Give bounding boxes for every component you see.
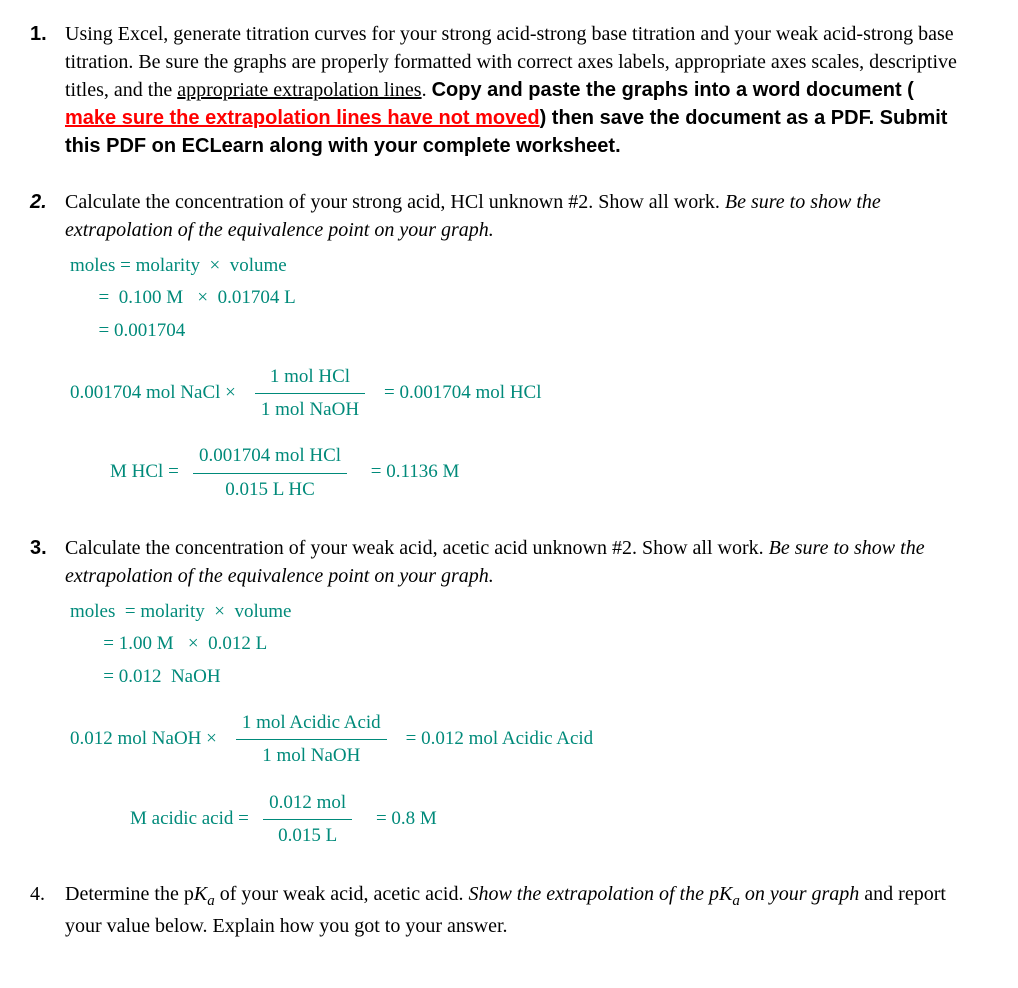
q2-eq1: 0.001704 mol NaCl × 1 mol HCl 1 mol NaOH… — [70, 361, 988, 427]
q1-number: 1. — [30, 20, 60, 48]
q3-number: 3. — [30, 534, 60, 562]
q2-eq1-right: = 0.001704 mol HCl — [384, 382, 541, 403]
q3-text: Calculate the concentration of your weak… — [65, 534, 965, 590]
q2-eq1-left: 0.001704 mol NaCl × — [70, 382, 236, 403]
q3-work-l2: = 1.00 M × 0.012 L — [70, 628, 988, 660]
q2-eq1-frac: 1 mol HCl 1 mol NaOH — [255, 361, 365, 427]
q4-text: Determine the pKa of your weak acid, ace… — [65, 880, 965, 940]
q3-eq1-frac: 1 mol Acidic Acid 1 mol NaOH — [236, 707, 387, 773]
q4-italic-b: on your graph — [740, 883, 859, 905]
q3-eq1: 0.012 mol NaOH × 1 mol Acidic Acid 1 mol… — [70, 707, 988, 773]
q3-eq2-frac: 0.012 mol 0.015 L — [263, 787, 352, 853]
q2-eq1-den: 1 mol NaOH — [255, 394, 365, 426]
question-4: 4. Determine the pKa of your weak acid, … — [30, 880, 988, 940]
q2-eq2: M HCl = 0.001704 mol HCl 0.015 L HC = 0.… — [110, 440, 988, 506]
q4-italic-sub: a — [732, 893, 740, 909]
q2-work-l1: moles = molarity × volume — [70, 250, 988, 282]
q3-work-l3: = 0.012 NaOH — [70, 661, 988, 693]
question-2: 2. Calculate the concentration of your s… — [30, 188, 988, 506]
q2-text: Calculate the concentration of your stro… — [65, 188, 965, 244]
q3-eq2-left: M acidic acid = — [130, 808, 249, 829]
q2-eq1-num: 1 mol HCl — [255, 361, 365, 394]
q3-eq1-left: 0.012 mol NaOH × — [70, 728, 217, 749]
question-1: 1. Using Excel, generate titration curve… — [30, 20, 988, 160]
q1-bold-a: Copy and paste the graphs into a word do… — [432, 79, 914, 101]
q2-text-a: Calculate the concentration of your stro… — [65, 191, 725, 213]
q2-eq2-left: M HCl = — [110, 462, 179, 483]
q1-red-underline: make sure the extrapolation lines have n… — [65, 107, 540, 129]
q4-number: 4. — [30, 880, 60, 908]
q4-ka: K — [194, 883, 207, 905]
q2-eq2-num: 0.001704 mol HCl — [193, 440, 347, 473]
q3-eq2: M acidic acid = 0.012 mol 0.015 L = 0.8 … — [130, 787, 988, 853]
q2-number: 2. — [30, 188, 60, 216]
q3-work: moles = molarity × volume = 1.00 M × 0.0… — [70, 596, 988, 852]
q4-sub: a — [207, 893, 215, 909]
q2-eq2-den: 0.015 L HC — [193, 474, 347, 506]
question-3: 3. Calculate the concentration of your w… — [30, 534, 988, 852]
q2-work: moles = molarity × volume = 0.100 M × 0.… — [70, 250, 988, 506]
q3-text-a: Calculate the concentration of your weak… — [65, 537, 769, 559]
q3-eq2-right: = 0.8 M — [376, 808, 437, 829]
q3-eq2-num: 0.012 mol — [263, 787, 352, 820]
q2-work-l3: = 0.001704 — [70, 315, 988, 347]
q3-eq1-den: 1 mol NaOH — [236, 740, 387, 772]
q4-italic-a: Show the extrapolation of the pK — [468, 883, 732, 905]
q2-work-l2: = 0.100 M × 0.01704 L — [70, 282, 988, 314]
q1-text: Using Excel, generate titration curves f… — [65, 20, 965, 160]
q3-eq1-right: = 0.012 mol Acidic Acid — [406, 728, 594, 749]
q3-eq2-den: 0.015 L — [263, 820, 352, 852]
q4-text-b: of your weak acid, acetic acid. — [215, 883, 469, 905]
q3-eq1-num: 1 mol Acidic Acid — [236, 707, 387, 740]
q2-eq2-right: = 0.1136 M — [371, 462, 460, 483]
q4-text-a: Determine the p — [65, 883, 194, 905]
q1-text-b: . — [422, 79, 432, 101]
q1-underline-a: appropriate extrapolation lines — [177, 79, 421, 101]
q2-eq2-frac: 0.001704 mol HCl 0.015 L HC — [193, 440, 347, 506]
q3-work-l1: moles = molarity × volume — [70, 596, 988, 628]
